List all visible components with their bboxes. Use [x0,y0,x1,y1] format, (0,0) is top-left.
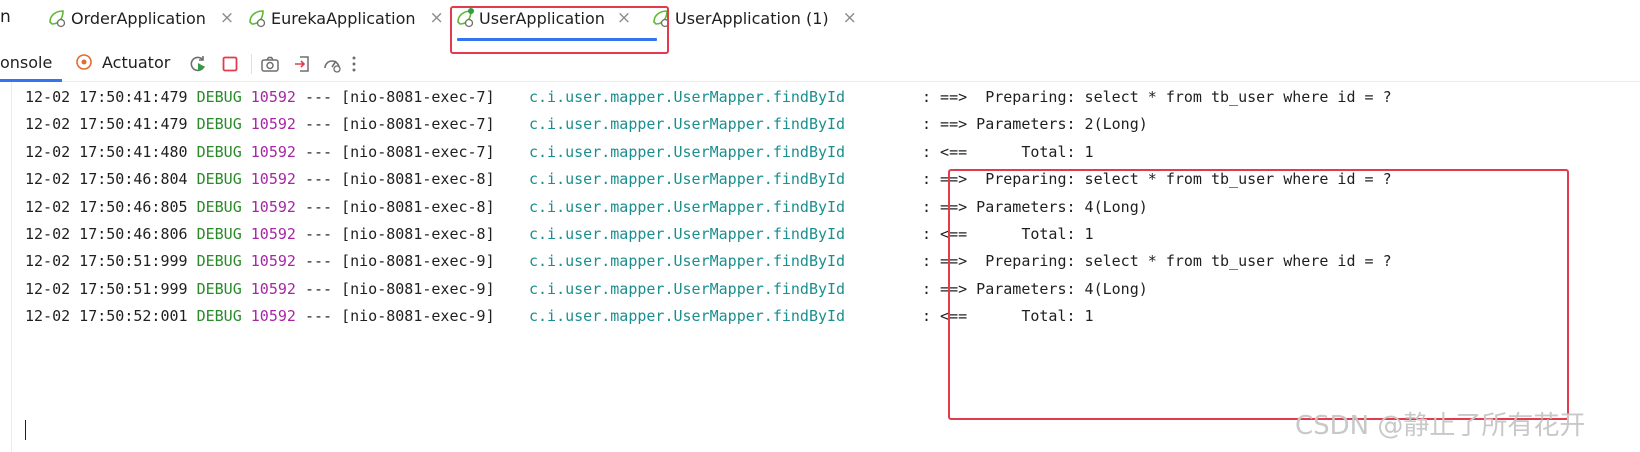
log-logger: c.i.user.mapper.UserMapper.findById [529,225,846,243]
log-timestamp: 12-02 17:50:41:479 [25,88,188,106]
tab-label: OrderApplication [71,8,206,28]
log-timestamp: 12-02 17:50:46:804 [25,170,188,189]
watermark: CSDN @静止了所有花开 [1295,411,1586,441]
log-level: DEBUG [196,197,242,216]
log-logger: c.i.user.mapper.UserMapper.findById [529,170,846,189]
log-level: DEBUG [196,170,242,189]
camera-icon[interactable] [260,54,280,74]
log-separator: --- [304,170,333,189]
log-thread: [nio-8081-exec-8] [341,170,495,189]
log-logger: c.i.user.mapper.UserMapper.findById [529,88,846,106]
log-separator: --- [304,279,333,298]
tab-actuator[interactable]: Actuator [74,51,170,73]
log-thread: [nio-8081-exec-7] [341,115,495,134]
log-line: 12-02 17:50:51:999 DEBUG 10592 --- [nio-… [25,278,1148,300]
actuator-icon [76,54,92,70]
log-separator: --- [304,252,333,271]
speed-gauge-icon[interactable] [322,54,342,74]
log-line: 12-02 17:50:41:479 DEBUG 10592 --- [nio-… [25,113,1148,135]
log-line: 12-02 17:50:41:479 DEBUG 10592 --- [nio-… [25,86,1392,108]
log-timestamp: 12-02 17:50:41:479 [25,115,188,134]
log-level: DEBUG [196,88,242,106]
log-pid: 10592 [250,307,296,326]
log-thread: [nio-8081-exec-9] [341,279,495,298]
log-message: : <== Total: 1 [922,142,1094,161]
log-thread: [nio-8081-exec-9] [341,307,495,326]
console-toolbar: onsole Actuator [0,42,1640,82]
log-level: DEBUG [196,252,242,271]
log-timestamp: 12-02 17:50:46:805 [25,197,188,216]
log-thread: [nio-8081-exec-9] [341,252,495,271]
truncated-tab-label[interactable]: n [0,7,11,27]
console-gutter [0,82,12,452]
log-thread: [nio-8081-exec-7] [341,88,495,106]
log-pid: 10592 [250,88,296,106]
rerun-icon[interactable] [188,54,208,74]
log-separator: --- [304,142,333,161]
login-icon[interactable] [292,54,312,74]
log-thread: [nio-8081-exec-8] [341,197,495,216]
toolbar-divider [251,54,252,74]
run-tabs-bar: n OrderApplication × EurekaApplication ×… [0,0,1640,54]
spring-boot-app-icon [49,10,66,28]
log-logger: c.i.user.mapper.UserMapper.findById [529,279,846,298]
log-pid: 10592 [250,252,296,271]
log-message: : ==> Parameters: 2(Long) [922,115,1148,134]
log-logger: c.i.user.mapper.UserMapper.findById [529,142,846,161]
log-line: 12-02 17:50:51:999 DEBUG 10592 --- [nio-… [25,250,1392,272]
log-timestamp: 12-02 17:50:52:001 [25,307,188,326]
annotation-highlight-box [948,169,1569,420]
log-logger: c.i.user.mapper.UserMapper.findById [529,115,846,134]
log-level: DEBUG [196,279,242,298]
more-vertical-icon[interactable] [344,54,364,74]
log-timestamp: 12-02 17:50:51:999 [25,279,188,298]
actuator-label: Actuator [102,52,171,72]
log-timestamp: 12-02 17:50:46:806 [25,225,188,243]
log-level: DEBUG [196,142,242,161]
log-pid: 10592 [250,170,296,189]
tab-label: UserApplication (1) [675,8,829,28]
log-thread: [nio-8081-exec-8] [341,225,495,243]
log-message: : ==> Preparing: select * from tb_user w… [922,88,1392,106]
log-line: 12-02 17:50:46:804 DEBUG 10592 --- [nio-… [25,168,1392,190]
close-icon[interactable]: × [430,8,444,28]
log-timestamp: 12-02 17:50:41:480 [25,142,188,161]
log-line: 12-02 17:50:41:480 DEBUG 10592 --- [nio-… [25,141,1094,163]
spring-boot-app-icon [249,10,266,28]
text-caret [25,420,26,440]
log-level: DEBUG [196,307,242,326]
log-separator: --- [304,115,333,134]
log-timestamp: 12-02 17:50:51:999 [25,252,188,271]
tab-label: EurekaApplication [271,8,416,28]
console-output[interactable]: 12-02 17:50:41:479 DEBUG 10592 --- [nio-… [0,82,1640,452]
tab-user-application-1[interactable]: UserApplication (1) × [650,0,857,36]
log-logger: c.i.user.mapper.UserMapper.findById [529,252,846,271]
log-line: 12-02 17:50:46:806 DEBUG 10592 --- [nio-… [25,223,1094,245]
log-pid: 10592 [250,279,296,298]
log-level: DEBUG [196,225,242,243]
log-line: 12-02 17:50:46:805 DEBUG 10592 --- [nio-… [25,196,1148,218]
log-separator: --- [304,307,333,326]
tab-console[interactable]: onsole [0,53,52,72]
close-icon[interactable]: × [843,8,857,28]
tab-order-application[interactable]: OrderApplication × [46,0,234,36]
log-logger: c.i.user.mapper.UserMapper.findById [529,197,846,216]
log-pid: 10592 [250,197,296,216]
log-separator: --- [304,197,333,216]
log-pid: 10592 [250,225,296,243]
log-thread: [nio-8081-exec-7] [341,142,495,161]
log-separator: --- [304,88,333,106]
stop-icon[interactable] [220,54,240,74]
log-line: 12-02 17:50:52:001 DEBUG 10592 --- [nio-… [25,305,1094,327]
log-pid: 10592 [250,142,296,161]
log-logger: c.i.user.mapper.UserMapper.findById [529,307,846,326]
close-icon[interactable]: × [220,8,234,28]
log-pid: 10592 [250,115,296,134]
log-separator: --- [304,225,333,243]
log-level: DEBUG [196,115,242,134]
tab-eureka-application[interactable]: EurekaApplication × [246,0,444,36]
